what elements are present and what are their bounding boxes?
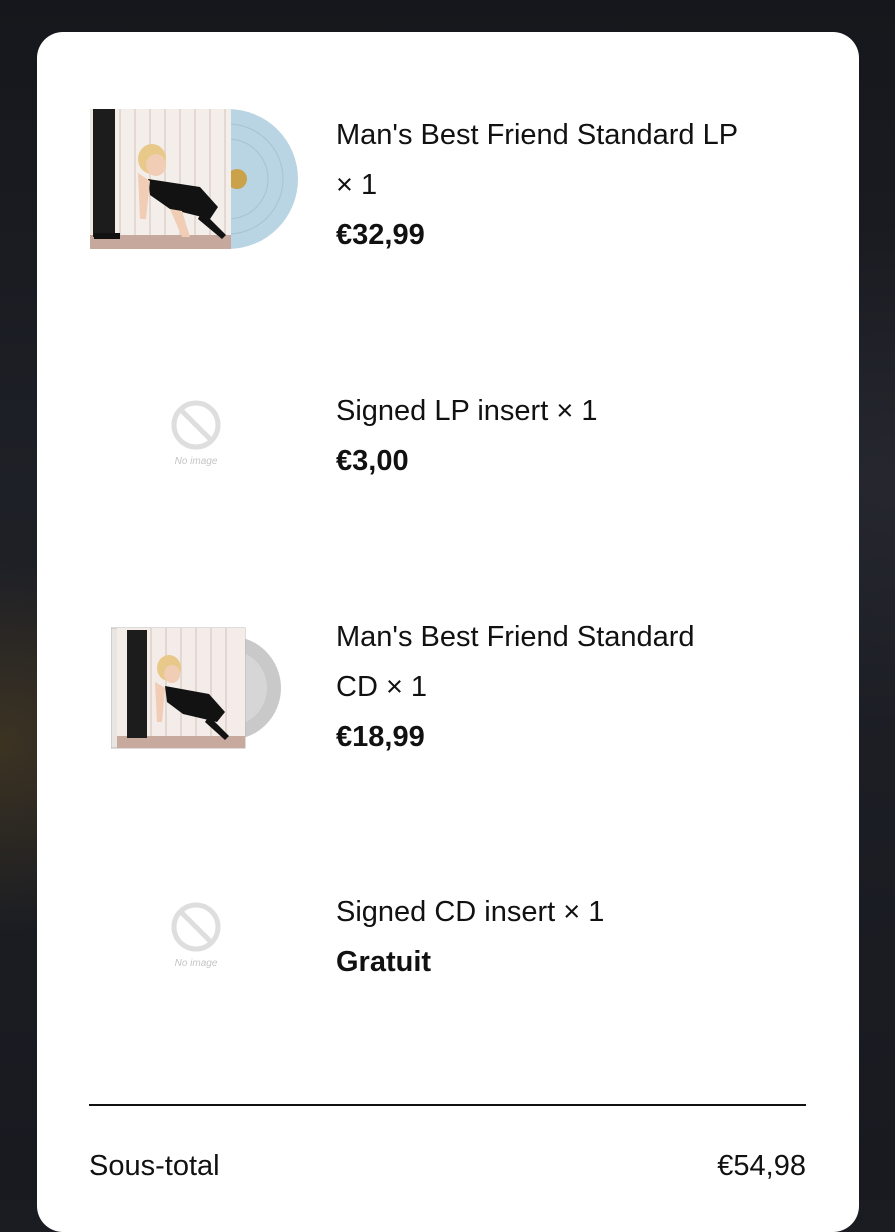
item-price: €18,99 [336,721,425,753]
no-image-icon [171,400,221,450]
summary-divider [89,1104,806,1106]
signed-lp-item-info: Signed LP insert × 1 €3,00 [336,386,816,486]
subtotal-label: Sous-total [89,1150,220,1182]
item-price: Gratuit [336,946,432,978]
subtotal-value: €54,98 [717,1150,806,1182]
no-image-icon [171,902,221,952]
item-name: Signed LP insert [336,395,549,427]
order-summary-card: Man's Best Friend Standard LP × 1 €32,99… [37,32,859,1232]
item-name: Man's Best Friend Standard LP [336,119,739,151]
item-quantity: CD × 1 [336,671,428,703]
item-quantity: × 1 [563,896,605,928]
item-price: €3,00 [336,445,409,477]
item-quantity: × 1 [556,395,598,427]
lp-product-image [90,109,298,249]
item-price: €32,99 [336,219,425,251]
lp-item-info: Man's Best Friend Standard LP × 1 €32,99 [336,110,816,260]
item-name: Man's Best Friend Standard [336,621,695,653]
cd-item-info: Man's Best Friend Standard CD × 1 €18,99 [336,612,816,762]
no-image-label: No image [174,958,218,969]
no-image-placeholder: No image [165,900,227,980]
item-name: Signed CD insert [336,896,556,928]
cd-product-image [111,627,281,749]
no-image-label: No image [174,456,218,467]
item-quantity: × 1 [336,169,378,201]
no-image-placeholder: No image [165,398,227,478]
signed-cd-item-info: Signed CD insert × 1 Gratuit [336,887,816,987]
